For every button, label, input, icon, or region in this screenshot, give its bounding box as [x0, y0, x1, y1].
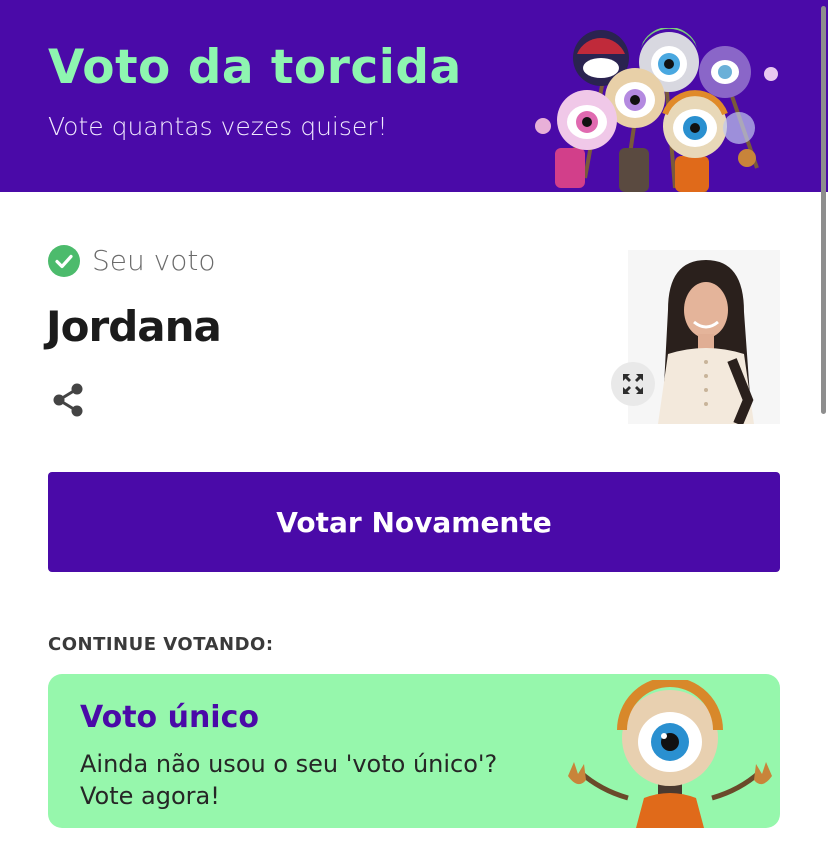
candidate-portrait-icon	[628, 250, 780, 424]
page-header: Voto da torcida Vote quantas vezes quise…	[0, 0, 828, 192]
single-vote-card[interactable]: Voto único Ainda não usou o seu 'voto ún…	[48, 674, 780, 828]
big-eye-mascots-icon	[535, 28, 778, 192]
page-title: Voto da torcida	[48, 40, 462, 95]
candidate-photo	[628, 250, 780, 424]
share-button[interactable]	[48, 380, 88, 420]
continue-voting-label: CONTINUE VOTANDO:	[48, 634, 274, 655]
single-vote-text-line2: Vote agora!	[80, 782, 220, 810]
single-vote-text: Ainda não usou o seu 'voto único'? Vote …	[80, 748, 540, 812]
page-subtitle: Vote quantas vezes quiser!	[48, 112, 388, 141]
check-circle-icon	[48, 244, 80, 277]
expand-photo-button[interactable]	[611, 362, 655, 406]
candidate-name: Jordana	[46, 302, 222, 351]
expand-icon	[623, 374, 643, 394]
vote-again-button[interactable]: Votar Novamente	[48, 472, 780, 572]
single-vote-title: Voto único	[80, 700, 259, 735]
status-label: Seu voto	[92, 244, 216, 277]
share-icon	[53, 383, 83, 417]
single-vote-text-line1: Ainda não usou o seu 'voto único'?	[80, 750, 498, 778]
vote-status: Seu voto	[48, 244, 215, 277]
scrollbar-thumb[interactable]	[821, 6, 826, 414]
scrollbar[interactable]	[820, 0, 828, 850]
big-eye-mascot-icon	[568, 680, 772, 828]
